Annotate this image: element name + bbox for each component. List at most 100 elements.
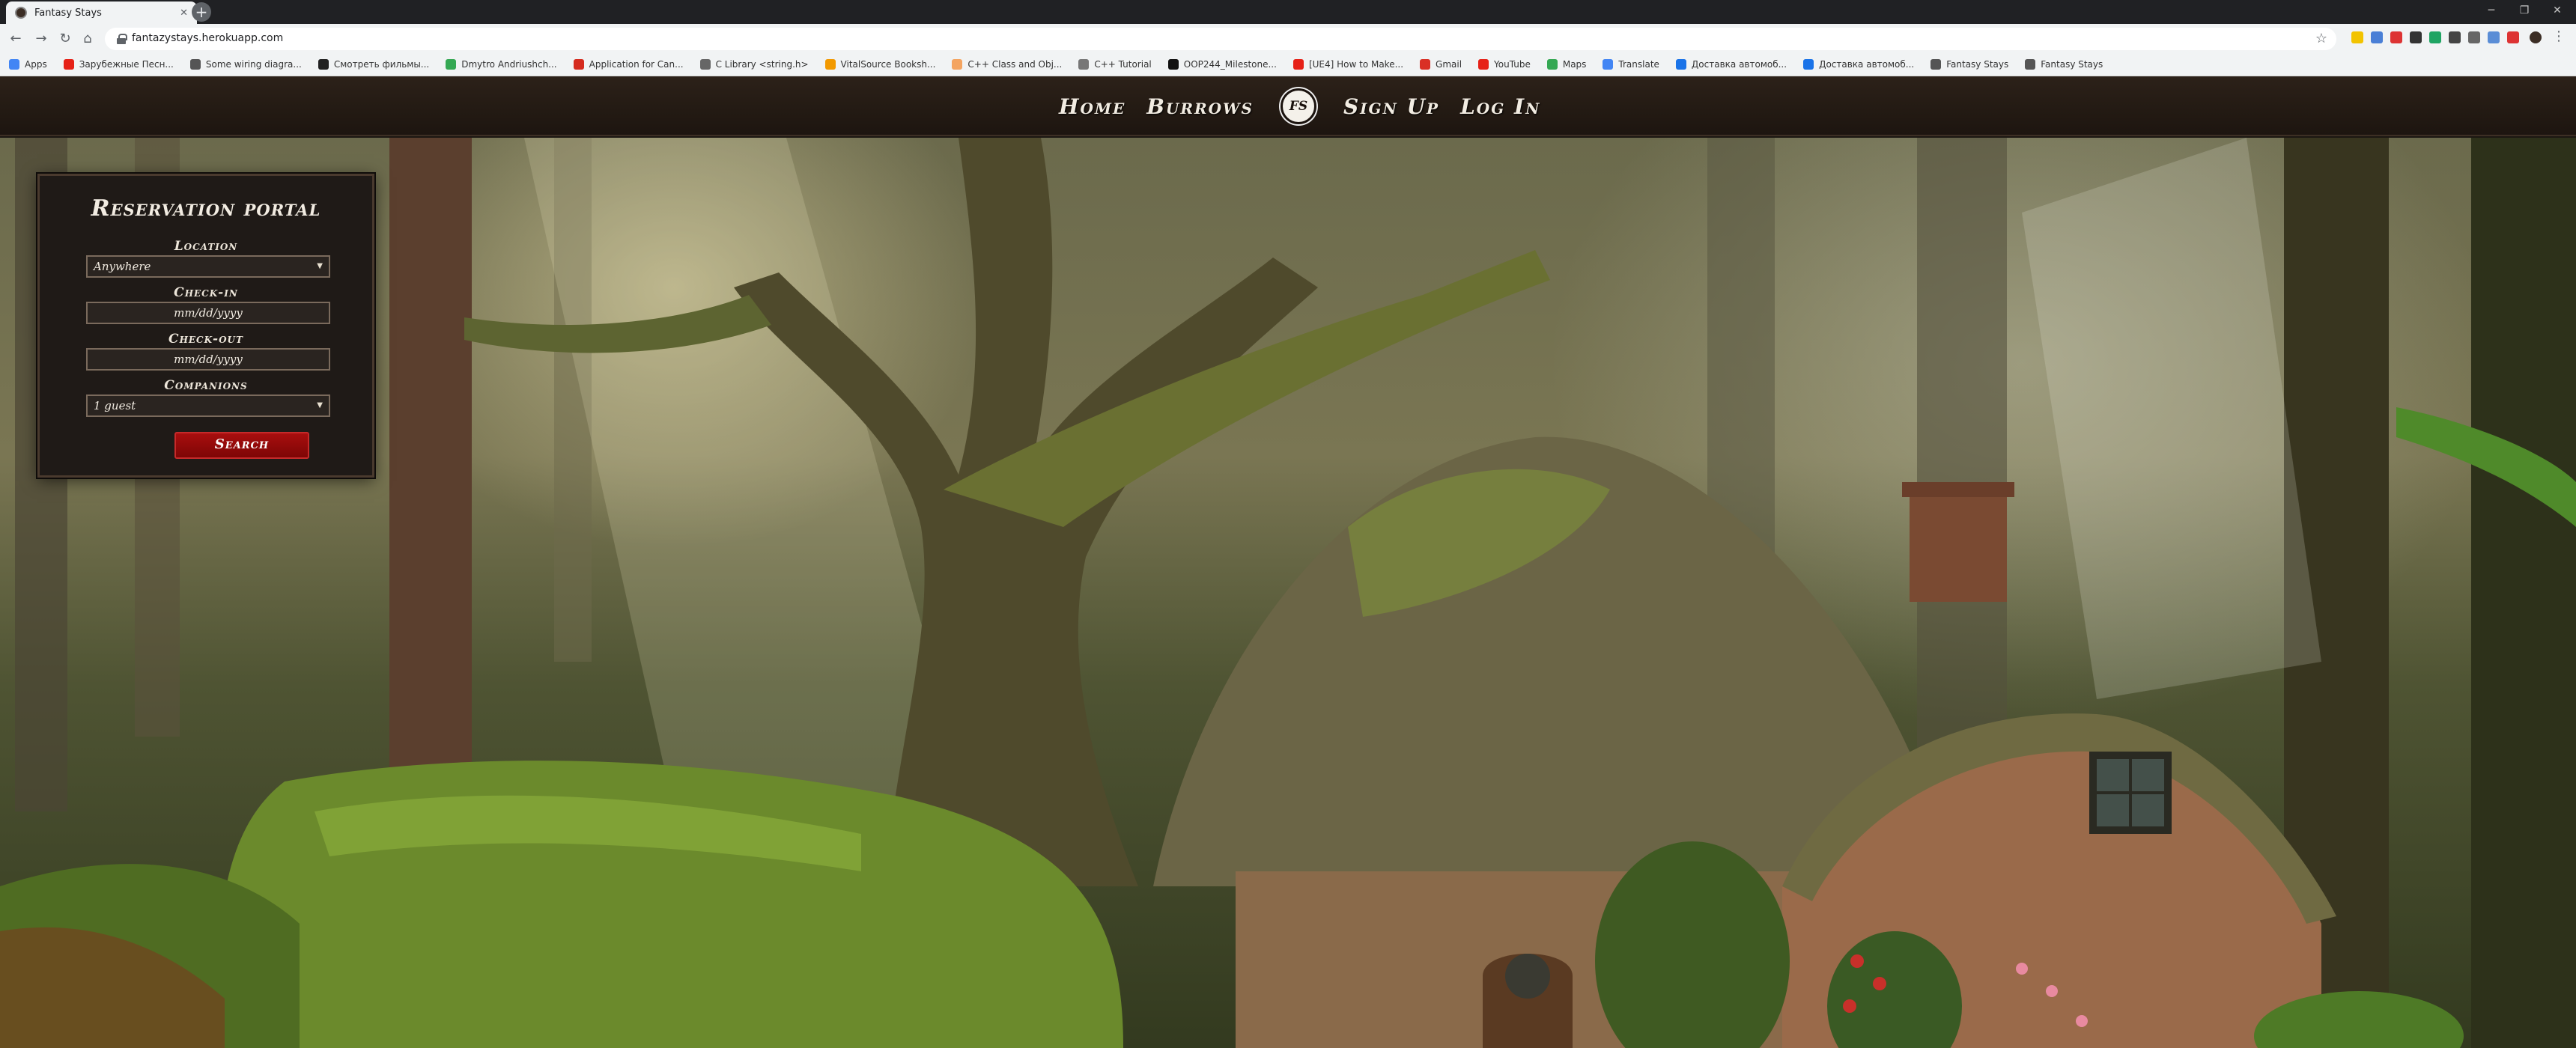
minimize-icon[interactable]: ─ <box>2479 0 2504 21</box>
chevron-down-icon: ▼ <box>317 262 323 270</box>
bookmarks-bar: Apps Зарубежные Песн... Some wiring diagra… <box>0 52 2576 76</box>
bookmark-item[interactable]: Доставка автомоб... <box>1803 58 1915 70</box>
extension-icon[interactable] <box>2371 31 2383 43</box>
bookmark-label: Gmail <box>1436 58 1462 70</box>
extension-icon[interactable] <box>2410 31 2422 43</box>
bookmark-favicon-icon <box>699 58 711 70</box>
bookmark-item[interactable]: Gmail <box>1420 58 1462 70</box>
companions-select[interactable]: 1 guest ▼ <box>86 394 330 417</box>
bookmark-item[interactable]: Dmytro Andriushch... <box>446 58 557 70</box>
profile-avatar[interactable] <box>2530 31 2542 43</box>
bookmark-item[interactable]: Apps <box>9 58 47 70</box>
bookmark-item[interactable]: Зарубежные Песн... <box>63 58 174 70</box>
home-icon[interactable]: ⌂ <box>79 31 96 47</box>
bookmark-item[interactable]: Some wiring diagra... <box>189 58 302 70</box>
bookmark-item[interactable]: Translate <box>1603 58 1659 70</box>
bookmark-item[interactable]: Maps <box>1546 58 1587 70</box>
nav-links: Home Burrows FS Sign Up Log In <box>1048 88 1551 124</box>
forward-icon[interactable]: → <box>33 31 49 47</box>
browser-tabstrip: Fantasy Stays ✕ + ─ ❐ ✕ <box>0 0 2576 24</box>
site-logo[interactable]: FS <box>1280 88 1316 124</box>
back-icon[interactable]: ← <box>7 31 24 47</box>
bookmark-favicon-icon <box>189 58 201 70</box>
bookmark-item[interactable]: Application for Can... <box>573 58 684 70</box>
logo-text: FS <box>1289 99 1308 114</box>
bookmark-favicon-icon <box>2025 58 2036 70</box>
companions-value: 1 guest <box>94 399 136 412</box>
close-window-icon[interactable]: ✕ <box>2545 0 2570 21</box>
bookmark-label: Доставка автомоб... <box>1819 58 1915 70</box>
companions-label: Companions <box>164 378 248 393</box>
extension-icon[interactable] <box>2468 31 2480 43</box>
bookmark-label: C++ Class and Obj... <box>967 58 1063 70</box>
bookmark-favicon-icon <box>573 58 584 70</box>
checkout-date-input[interactable]: mm/dd/yyyy <box>86 348 330 371</box>
bookmark-label: Fantasy Stays <box>2041 58 2103 70</box>
reservation-portal: Reservation portal Location Anywhere ▼ C… <box>36 172 376 479</box>
extension-icon[interactable] <box>2429 31 2441 43</box>
bookmark-favicon-icon <box>1603 58 1614 70</box>
close-tab-icon[interactable]: ✕ <box>180 7 188 19</box>
bookmark-item[interactable]: C++ Tutorial <box>1078 58 1152 70</box>
bookmark-label: YouTube <box>1494 58 1531 70</box>
bookmark-item[interactable]: OOP244_Milestone... <box>1167 58 1277 70</box>
site-navbar: Home Burrows FS Sign Up Log In <box>0 76 2576 136</box>
bookmark-label: Dmytro Andriushch... <box>461 58 557 70</box>
bookmark-label: Application for Can... <box>589 58 684 70</box>
url-text: fantazystays.herokuapp.com <box>132 32 284 44</box>
bookmark-label: Some wiring diagra... <box>205 58 302 70</box>
portal-title: Reservation portal <box>91 195 321 222</box>
bookmark-item[interactable]: Доставка автомоб... <box>1675 58 1787 70</box>
bookmark-item[interactable]: Fantasy Stays <box>2025 58 2103 70</box>
checkin-date-input[interactable]: mm/dd/yyyy <box>86 302 330 324</box>
bookmark-favicon-icon <box>1078 58 1090 70</box>
address-bar[interactable]: fantazystays.herokuapp.com ☆ <box>105 28 2336 50</box>
bookmark-label: OOP244_Milestone... <box>1183 58 1277 70</box>
bookmark-favicon-icon <box>824 58 836 70</box>
more-menu-icon[interactable]: ⋮ <box>2552 28 2566 44</box>
location-select[interactable]: Anywhere ▼ <box>86 255 330 278</box>
extension-icon[interactable] <box>2449 31 2461 43</box>
bookmark-label: Доставка автомоб... <box>1691 58 1787 70</box>
chevron-down-icon: ▼ <box>317 401 323 409</box>
checkout-label: Check-out <box>168 332 243 347</box>
reload-icon[interactable]: ↻ <box>57 31 73 47</box>
bookmark-item[interactable]: VitalSource Booksh... <box>824 58 936 70</box>
nav-login-link[interactable]: Log In <box>1460 94 1540 119</box>
bookmark-item[interactable]: Смотреть фильмы... <box>318 58 430 70</box>
maximize-icon[interactable]: ❐ <box>2512 0 2537 21</box>
checkin-placeholder: mm/dd/yyyy <box>174 306 243 320</box>
bookmark-favicon-icon <box>1546 58 1558 70</box>
bookmark-favicon-icon <box>1292 58 1304 70</box>
search-button[interactable]: Search <box>174 432 309 459</box>
bookmark-favicon-icon <box>952 58 963 70</box>
extension-icon[interactable] <box>2390 31 2402 43</box>
browser-tab[interactable]: Fantasy Stays ✕ <box>6 1 197 24</box>
new-tab-button[interactable]: + <box>192 2 211 22</box>
location-value: Anywhere <box>94 260 151 273</box>
bookmark-star-icon[interactable]: ☆ <box>2315 31 2327 46</box>
bookmark-favicon-icon <box>9 58 19 70</box>
bookmark-label: Смотреть фильмы... <box>333 58 430 70</box>
checkout-placeholder: mm/dd/yyyy <box>174 353 243 366</box>
extension-icon[interactable] <box>2351 31 2363 43</box>
tab-title: Fantasy Stays <box>34 7 102 19</box>
bookmark-favicon-icon <box>318 58 329 70</box>
bookmark-item[interactable]: C++ Class and Obj... <box>952 58 1063 70</box>
bookmark-item[interactable]: C Library <string.h> <box>699 58 809 70</box>
nav-burrows-link[interactable]: Burrows <box>1146 94 1254 119</box>
bookmark-favicon-icon <box>446 58 457 70</box>
location-label: Location <box>174 239 238 254</box>
extension-icon[interactable] <box>2507 31 2519 43</box>
extension-icon[interactable] <box>2488 31 2500 43</box>
bookmark-label: Maps <box>1562 58 1587 70</box>
nav-signup-link[interactable]: Sign Up <box>1343 94 1439 119</box>
lock-icon <box>117 34 127 44</box>
bookmark-label: VitalSource Booksh... <box>840 58 936 70</box>
bookmark-favicon-icon <box>1675 58 1686 70</box>
bookmark-item[interactable]: [UE4] How to Make... <box>1292 58 1403 70</box>
bookmark-favicon-icon <box>1931 58 1942 70</box>
bookmark-item[interactable]: YouTube <box>1478 58 1531 70</box>
nav-home-link[interactable]: Home <box>1059 94 1126 119</box>
bookmark-item[interactable]: Fantasy Stays <box>1931 58 2008 70</box>
